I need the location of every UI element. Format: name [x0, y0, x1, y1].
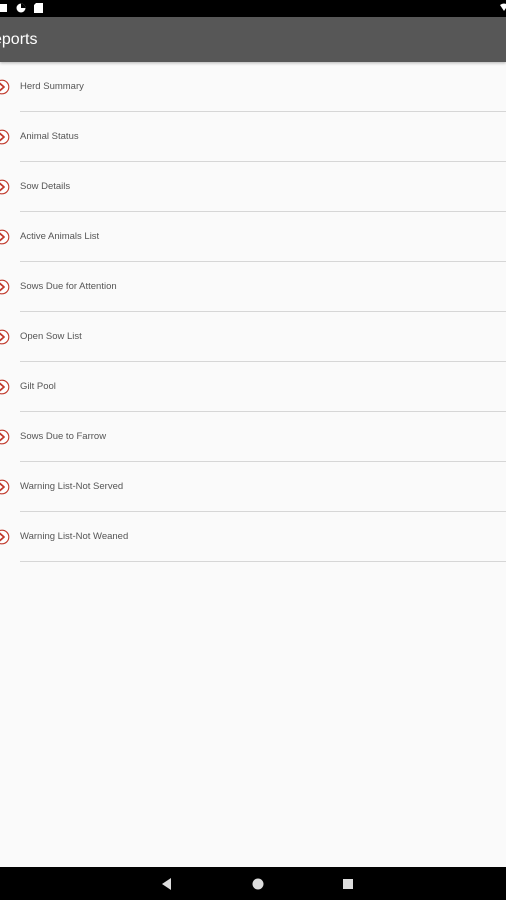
- sd-card-icon: [34, 3, 43, 13]
- arrow-circle-icon: [0, 479, 10, 495]
- report-list: Herd Summary Animal Status Sow Details Acti…: [0, 62, 506, 562]
- arrow-circle-icon: [0, 179, 10, 195]
- app-bar: eports: [0, 17, 506, 62]
- list-item[interactable]: Animal Status: [0, 112, 506, 162]
- report-label: Warning List-Not Served: [20, 481, 124, 492]
- back-icon[interactable]: [160, 876, 176, 892]
- arrow-circle-icon: [0, 529, 10, 545]
- report-label: Warning List-Not Weaned: [20, 531, 129, 542]
- page-title: eports: [0, 31, 38, 48]
- report-label: Open Sow List: [20, 331, 82, 342]
- list-item[interactable]: Gilt Pool: [0, 362, 506, 412]
- list-item[interactable]: Sows Due to Farrow: [0, 412, 506, 462]
- report-label: Animal Status: [20, 131, 79, 142]
- arrow-circle-icon: [0, 129, 10, 145]
- arrow-circle-icon: [0, 379, 10, 395]
- report-label: Active Animals List: [20, 231, 100, 242]
- arrow-circle-icon: [0, 329, 10, 345]
- sync-icon: [16, 3, 26, 13]
- arrow-circle-icon: [0, 429, 10, 445]
- divider: [20, 561, 506, 562]
- report-label: Herd Summary: [20, 81, 84, 92]
- report-label: Sow Details: [20, 181, 71, 192]
- report-label: Gilt Pool: [20, 381, 56, 392]
- home-icon[interactable]: [250, 876, 266, 892]
- list-item[interactable]: Active Animals List: [0, 212, 506, 262]
- list-item[interactable]: Open Sow List: [0, 312, 506, 362]
- list-item[interactable]: Herd Summary: [0, 62, 506, 112]
- wifi-icon: [500, 3, 506, 11]
- mail-icon: [0, 4, 7, 12]
- arrow-circle-icon: [0, 229, 10, 245]
- list-item[interactable]: Warning List-Not Served: [0, 462, 506, 512]
- list-item[interactable]: Sow Details: [0, 162, 506, 212]
- arrow-circle-icon: [0, 279, 10, 295]
- arrow-circle-icon: [0, 79, 10, 95]
- recents-icon[interactable]: [340, 876, 356, 892]
- list-item[interactable]: Sows Due for Attention: [0, 262, 506, 312]
- report-label: Sows Due for Attention: [20, 281, 117, 292]
- list-item[interactable]: Warning List-Not Weaned: [0, 512, 506, 562]
- navigation-bar: [0, 867, 506, 900]
- status-bar: [0, 0, 506, 17]
- report-label: Sows Due to Farrow: [20, 431, 107, 442]
